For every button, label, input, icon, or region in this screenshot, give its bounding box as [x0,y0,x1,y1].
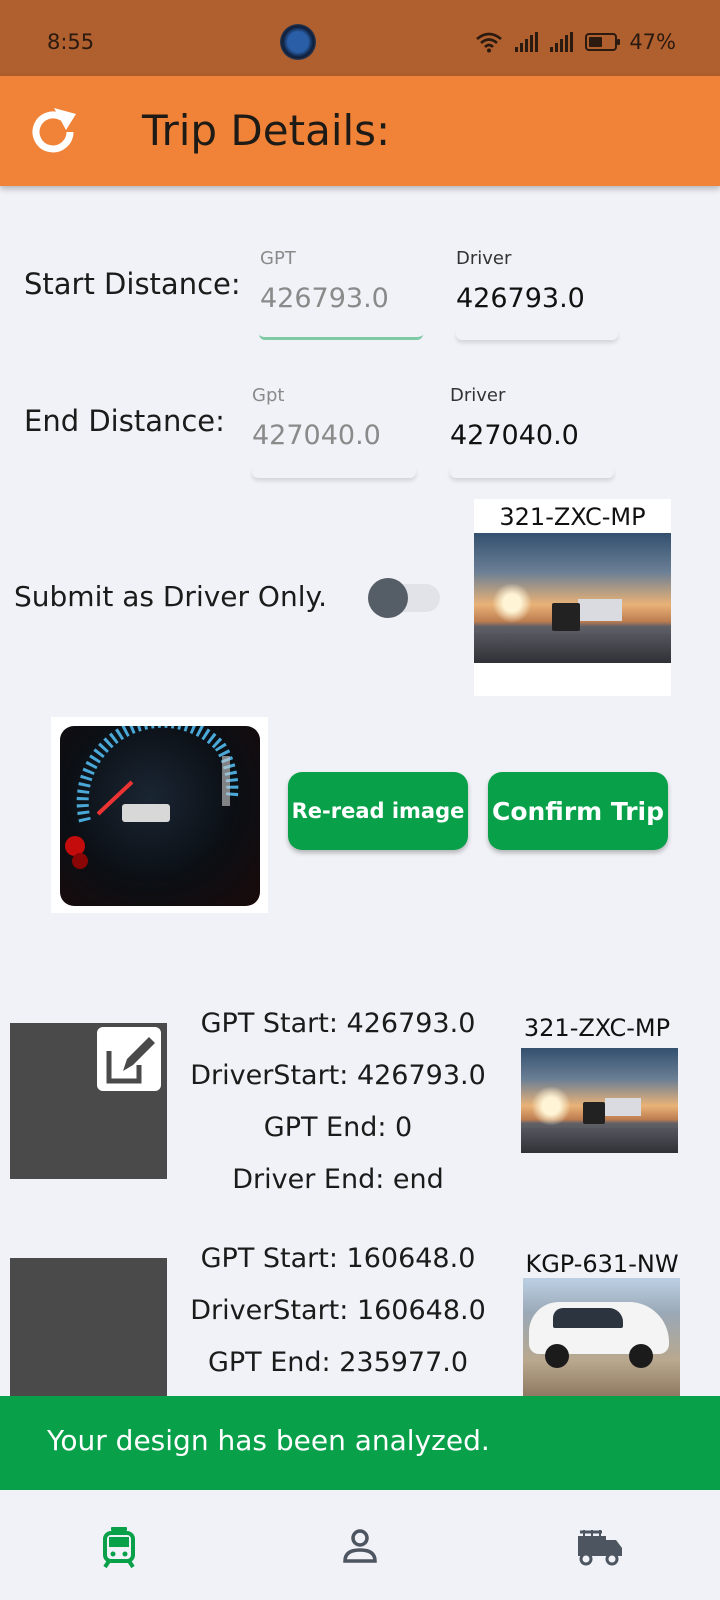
end-gpt-label: Gpt [252,385,285,406]
end-driver-underline [450,466,614,478]
snackbar: Your design has been analyzed. [0,1396,720,1490]
end-driver-field[interactable]: 427040.0 [450,420,579,451]
tram-icon[interactable] [102,1526,136,1568]
signal-icon [515,32,539,52]
trip-car-photo [523,1278,680,1396]
toggle-thumb[interactable] [368,578,408,618]
trip-driver-start: DriverStart: 160648.0 [190,1295,486,1326]
driver-only-label: Submit as Driver Only. [14,580,327,613]
page-title: Trip Details: [142,106,391,155]
trip-gpt-end: GPT End: 0 [263,1112,413,1143]
refresh-icon[interactable] [26,104,82,160]
snackbar-message: Your design has been analyzed. [47,1424,490,1457]
start-driver-label: Driver [456,248,512,269]
end-gpt-underline [252,466,416,478]
app-bar: Trip Details: [0,76,720,186]
vehicle-card[interactable]: 321-ZXC-MP [474,499,671,696]
trip-driver-start: DriverStart: 426793.0 [190,1060,486,1091]
vehicle-plate: 321-ZXC-MP [499,503,646,531]
end-gpt-field[interactable]: 427040.0 [252,420,381,451]
battery-percent: 47% [629,30,676,54]
start-gpt-underline [259,328,423,340]
odometer-photo [60,726,260,906]
vehicle-photo [474,533,671,663]
person-icon[interactable] [342,1528,378,1564]
trip-thumbnail[interactable] [10,1258,167,1396]
start-gpt-label: GPT [260,248,296,269]
app-notification-icon [280,24,316,60]
status-bar: 8:55 47% [0,0,720,76]
trip-vehicle-photo [521,1048,678,1153]
fire-truck-icon[interactable] [576,1528,624,1566]
end-driver-label: Driver [450,385,506,406]
trip-vehicle-plate: KGP-631-NW [525,1250,679,1278]
trip-vehicle-plate: 321-ZXC-MP [523,1014,671,1042]
speedometer-gauge-image [65,726,239,869]
battery-icon [585,33,621,51]
reread-image-button[interactable]: Re-read image [288,772,468,850]
trip-gpt-start: GPT Start: 160648.0 [200,1243,476,1274]
start-distance-label: Start Distance: [24,267,241,301]
trip-gpt-start: GPT Start: 426793.0 [200,1008,476,1039]
wifi-icon [476,32,503,53]
status-time: 8:55 [47,30,95,54]
start-driver-field[interactable]: 426793.0 [456,283,585,314]
signal-icon [550,32,574,52]
end-distance-label: End Distance: [24,404,225,438]
bottom-nav [0,1490,720,1600]
trip-driver-end: Driver End: end [232,1164,444,1195]
status-icons: 47% [475,30,676,54]
start-driver-underline [456,328,618,340]
confirm-trip-button[interactable]: Confirm Trip [488,772,668,850]
start-gpt-field[interactable]: 426793.0 [260,283,389,314]
trip-gpt-end: GPT End: 235977.0 [207,1347,469,1378]
edit-icon[interactable] [97,1027,161,1091]
